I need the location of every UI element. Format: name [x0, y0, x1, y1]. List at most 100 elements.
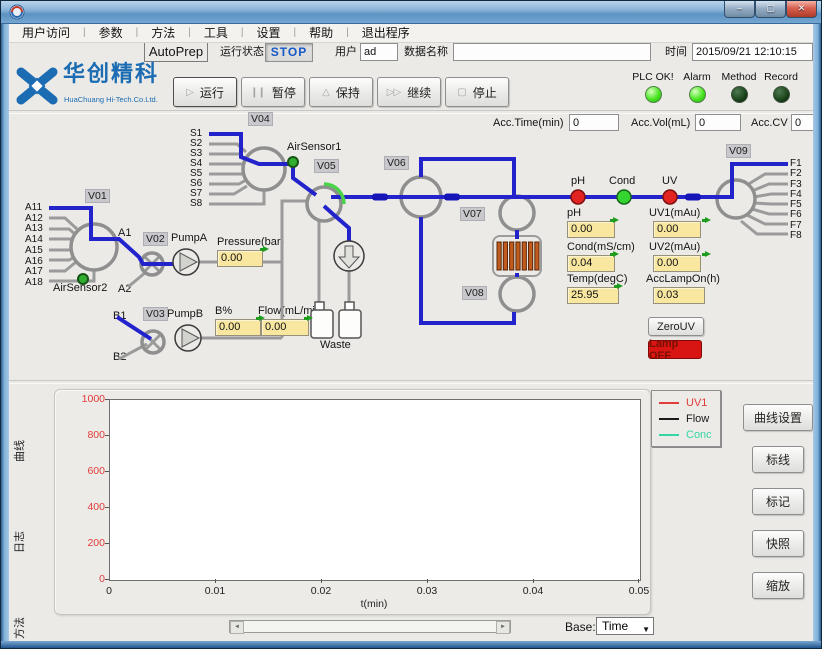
- legend-uv1-label: UV1: [686, 397, 707, 409]
- marker-line-button[interactable]: 标线: [752, 446, 804, 473]
- side-tab-method[interactable]: 方法: [11, 610, 25, 646]
- air-sensor-2-led: [78, 274, 88, 284]
- brand-name-en: HuaChuang Hi-Tech.Co.Ltd.: [64, 93, 158, 106]
- run-status-value: STOP: [265, 43, 313, 62]
- y-tick-600: 600: [71, 465, 105, 477]
- cond-readout-value: 0.04: [567, 255, 615, 272]
- legend-item-uv1[interactable]: UV1: [659, 395, 720, 411]
- maximize-button[interactable]: ▢: [755, 1, 786, 18]
- green-arrow-icon: [613, 251, 619, 257]
- pump-a[interactable]: [173, 249, 199, 275]
- indicator-alarm: Alarm: [673, 71, 721, 103]
- legend-item-conc[interactable]: Conc: [659, 427, 720, 443]
- valve-v01[interactable]: [71, 224, 117, 270]
- zoom-button[interactable]: 缩放: [752, 572, 804, 599]
- valve-v07[interactable]: [500, 196, 534, 230]
- x-tick-0: 0: [89, 585, 129, 597]
- time-value: [692, 43, 813, 61]
- menu-exit[interactable]: 退出程序: [349, 24, 423, 41]
- y-tickmark: [105, 507, 109, 508]
- acc-vol-value: [695, 114, 741, 131]
- chart-h-scrollbar[interactable]: ◄ ►: [229, 620, 511, 633]
- y-tick-200: 200: [71, 537, 105, 549]
- x-tickmark: [638, 579, 639, 583]
- valve-v08[interactable]: [500, 277, 534, 311]
- stop-button[interactable]: ▢ 停止: [445, 77, 509, 107]
- green-arrow-icon: [613, 217, 619, 223]
- mark-button[interactable]: 标记: [752, 488, 804, 515]
- app-label-chip: AutoPrep: [144, 42, 208, 62]
- menu-parameters[interactable]: 参数: [86, 24, 136, 41]
- record-label: Record: [757, 71, 805, 83]
- indicator-record: Record: [757, 71, 805, 103]
- y-tick-400: 400: [71, 501, 105, 513]
- y-tick-1000: 1000: [71, 393, 105, 405]
- snapshot-button[interactable]: 快照: [752, 530, 804, 557]
- flow-value: 0.00: [261, 319, 309, 336]
- resume-button[interactable]: ▷▷ 继续: [377, 77, 441, 107]
- curve-settings-button[interactable]: 曲线设置: [743, 404, 813, 431]
- menu-user-access[interactable]: 用户访问: [9, 24, 83, 41]
- stop-button-label: 停止: [473, 84, 497, 101]
- menu-tools[interactable]: 工具: [191, 24, 241, 41]
- valve-label-v05: V05: [314, 159, 339, 173]
- y-tick-800: 800: [71, 429, 105, 441]
- pause-button[interactable]: ❙❙ 暂停: [241, 77, 305, 107]
- base-dropdown-value: Time: [602, 619, 628, 633]
- menu-settings[interactable]: 设置: [244, 24, 294, 41]
- menu-method[interactable]: 方法: [138, 24, 188, 41]
- resume-button-label: 继续: [407, 84, 431, 101]
- valve-v04[interactable]: [243, 148, 285, 190]
- y-tick-0: 0: [71, 573, 105, 585]
- app-window: AutoPrep Explorer – ▢ ✕ 用户访问 | 参数 | 方法 |…: [0, 0, 822, 649]
- close-button[interactable]: ✕: [786, 1, 817, 18]
- legend-flow-label: Flow: [686, 413, 709, 425]
- pump-b[interactable]: [175, 325, 201, 351]
- alarm-label: Alarm: [673, 71, 721, 83]
- zero-uv-button[interactable]: ZeroUV: [648, 317, 704, 336]
- chart-x-axis-title: t(min): [352, 598, 396, 610]
- method-led: [731, 86, 748, 103]
- x-tick-005: 0.05: [619, 585, 659, 597]
- uv2-readout-value: 0.00: [653, 255, 701, 272]
- valve-label-v08: V08: [462, 286, 487, 300]
- menu-help[interactable]: 帮助: [296, 24, 346, 41]
- x-tickmark: [321, 579, 322, 583]
- plc-ok-led: [645, 86, 662, 103]
- lamp-off-button[interactable]: Lamp OFF: [648, 340, 702, 359]
- base-dropdown[interactable]: Time ▼: [596, 617, 654, 635]
- pause-icon: ❙❙: [250, 87, 265, 98]
- x-tickmark: [533, 579, 534, 583]
- indicator-method: Method: [715, 71, 763, 103]
- scroll-right-icon[interactable]: ►: [496, 621, 510, 634]
- data-name-label: 数据名称: [404, 46, 448, 59]
- run-button[interactable]: ▷ 运行: [173, 77, 237, 107]
- acc-time-value: [569, 114, 619, 131]
- brand-name-cn: 华创精科: [63, 67, 159, 80]
- indicator-plc-ok: PLC OK!: [629, 71, 677, 103]
- waste-bottles: [311, 302, 361, 338]
- green-arrow-icon: [617, 283, 623, 289]
- divider: [9, 380, 815, 384]
- scroll-left-icon[interactable]: ◄: [230, 621, 244, 634]
- y-tickmark: [105, 543, 109, 544]
- minimize-button[interactable]: –: [724, 1, 755, 18]
- eject-icon: △: [322, 87, 329, 98]
- side-tab-curve[interactable]: 曲线: [11, 433, 25, 469]
- play-icon: ▷: [186, 87, 193, 98]
- ph-readout-value: 0.00: [567, 221, 615, 238]
- temp-readout-value: 25.95: [567, 287, 619, 304]
- x-tick-002: 0.02: [301, 585, 341, 597]
- hold-button-label: 保持: [336, 84, 360, 101]
- sample-pump[interactable]: [334, 241, 364, 271]
- base-label: Base:: [565, 621, 596, 634]
- side-tab-log[interactable]: 日志: [11, 524, 25, 560]
- run-status-label: 运行状态: [220, 46, 264, 59]
- brand-logo-icon: [14, 65, 60, 107]
- legend-item-flow[interactable]: Flow: [659, 411, 720, 427]
- app-icon: [9, 4, 25, 20]
- y-tickmark: [105, 435, 109, 436]
- user-input[interactable]: [360, 43, 398, 61]
- data-name-input[interactable]: [453, 43, 651, 61]
- hold-button[interactable]: △ 保持: [309, 77, 373, 107]
